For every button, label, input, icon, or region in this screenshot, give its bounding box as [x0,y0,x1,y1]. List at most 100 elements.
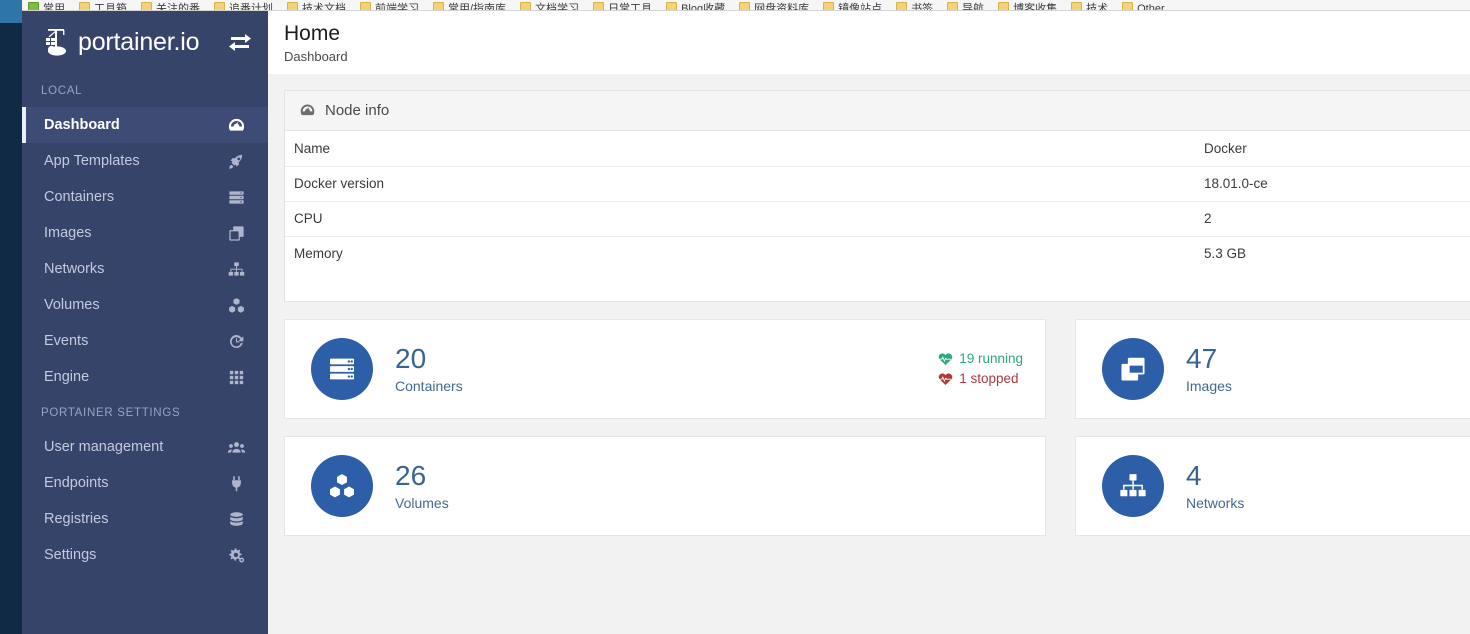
bookmark-item[interactable]: 常用 [28,0,65,10]
sidebar-item-label: App Templates [44,153,140,169]
folder-icon [433,1,444,10]
bookmark-item[interactable]: 文档学习 [520,0,579,10]
containers-running-status: 19 running [938,349,1023,369]
sidebar-item-label: Volumes [44,297,100,313]
bookmark-item[interactable]: 前端学习 [360,0,419,10]
containers-stat-card[interactable]: 20 Containers 19 running 1 stopped [284,319,1046,419]
bookmark-item[interactable]: 工具箱 [79,0,127,10]
volumes-count: 26 [395,460,427,491]
bookmark-item[interactable]: 技术文档 [287,0,346,10]
folder-icon [214,1,225,10]
rocket-icon [227,152,246,171]
node-info-panel-footer [285,271,1470,301]
bookmark-item[interactable]: 网盘资料库 [739,0,809,10]
folder-icon [1071,1,1083,10]
images-stat-text: 47 Images [1186,344,1470,395]
bookmark-item[interactable]: 技术 [1071,0,1108,10]
folder-icon [896,1,908,10]
plug-icon [227,474,246,493]
tachometer-icon [299,102,316,119]
folder-icon [947,1,959,10]
sidebar-item-events[interactable]: Events [22,323,268,359]
tachometer-icon [227,116,246,135]
networks-stat-text: 4 Networks [1186,460,1470,512]
bookmark-label: 关注的番 [156,3,200,11]
node-info-panel: Node info Name Docker Docker version 18.… [284,90,1470,302]
bookmark-item[interactable]: Blog收藏 [666,0,725,10]
sidebar-section-title-portainer-settings: PORTAINER SETTINGS [41,407,181,419]
server-stack-icon [311,338,373,400]
bookmark-label: 前端学习 [375,3,419,11]
sidebar-item-endpoints[interactable]: Endpoints [22,465,268,501]
node-info-header: Node info [285,91,1470,131]
bookmark-label: 网盘资料库 [754,3,810,11]
sitemap-icon [1102,455,1164,517]
sidebar-item-containers[interactable]: Containers [22,179,268,215]
sidebar-brand[interactable]: portainer.io [22,11,268,73]
bookmark-label: 博客收集 [1013,3,1058,11]
stats-row-2: 26 Volumes 4 Networks [284,436,1470,536]
bookmark-item[interactable]: 书签 [896,0,933,10]
bookmark-item[interactable]: 追番计划 [214,0,273,10]
sidebar-item-registries[interactable]: Registries [22,501,268,537]
grid-squares-icon [227,368,246,387]
cogs-icon [227,546,246,565]
row-key: Name [285,131,1195,167]
cubes-icon [227,296,246,315]
bookmark-label: 技术文档 [302,3,346,11]
sidebar-item-volumes[interactable]: Volumes [22,287,268,323]
folder-icon [1122,1,1134,10]
containers-running-label: 19 running [959,351,1023,366]
sidebar-item-user-management[interactable]: User management [22,429,268,465]
database-icon [227,510,246,529]
networks-stat-card[interactable]: 4 Networks [1075,436,1470,536]
folder-icon [593,1,605,10]
exchange-arrows-toggle-icon[interactable] [228,31,252,53]
row-value: 2 [1195,201,1470,237]
images-stat-card[interactable]: 47 Images [1075,319,1470,419]
sidebar-item-label: Containers [44,189,115,205]
networks-label: Networks [1186,495,1245,511]
sidebar-item-networks[interactable]: Networks [22,251,268,287]
bookmark-label: 技术 [1086,3,1109,11]
row-key: Memory [294,246,343,262]
server-stack-icon [227,188,246,207]
folder-icon [141,1,152,10]
main-content: Home Dashboard Node info Name Docker Doc… [268,11,1470,634]
bookmark-item[interactable]: Other [1122,0,1165,10]
sidebar-item-dashboard[interactable]: Dashboard [22,107,268,143]
users-icon [227,438,246,457]
heartbeat-green-icon [938,352,959,366]
bookmark-item[interactable]: 关注的番 [141,0,200,10]
bookmark-item[interactable]: 导航 [947,0,984,10]
folder-icon [360,1,371,10]
sidebar-item-label: Engine [44,369,90,385]
stats-row-1: 20 Containers 19 running 1 stopped 47 Im… [284,319,1470,419]
sidebar-item-images[interactable]: Images [22,215,268,251]
cubes-icon [311,455,373,517]
sidebar-item-label: Settings [44,547,97,563]
volumes-label: Volumes [395,495,449,511]
browser-bookmarks-bar[interactable]: 常用 工具箱 关注的番 追番计划 技术文档 前端学习 常用/指南库 文档学习 日常工具 Blog收… [0,0,1470,11]
sidebar-section-title-local: LOCAL [41,85,83,97]
folder-icon [287,1,298,10]
folder-icon [823,1,835,10]
bookmark-item[interactable]: 博客收集 [998,0,1057,10]
folder-icon [79,1,90,10]
sidebar-item-engine[interactable]: Engine [22,359,268,395]
bookmark-item[interactable]: 日常工具 [593,0,652,10]
clone-layers-icon [227,224,246,243]
heartbeat-red-icon [938,372,959,386]
networks-count: 4 [1186,460,1202,491]
table-row: Name Docker [285,131,1470,167]
volumes-stat-card[interactable]: 26 Volumes [284,436,1046,536]
history-clock-icon [227,332,246,351]
bookmark-label: 日常工具 [608,3,653,11]
content-area: Node info Name Docker Docker version 18.… [268,74,1470,536]
node-info-title: Node info [325,102,390,119]
bookmark-label: 镜像站点 [838,3,883,11]
bookmark-item[interactable]: 镜像站点 [823,0,882,10]
sidebar-item-settings[interactable]: Settings [22,537,268,573]
bookmark-item[interactable]: 常用/指南库 [433,0,506,10]
sidebar-item-app-templates[interactable]: App Templates [22,143,268,179]
